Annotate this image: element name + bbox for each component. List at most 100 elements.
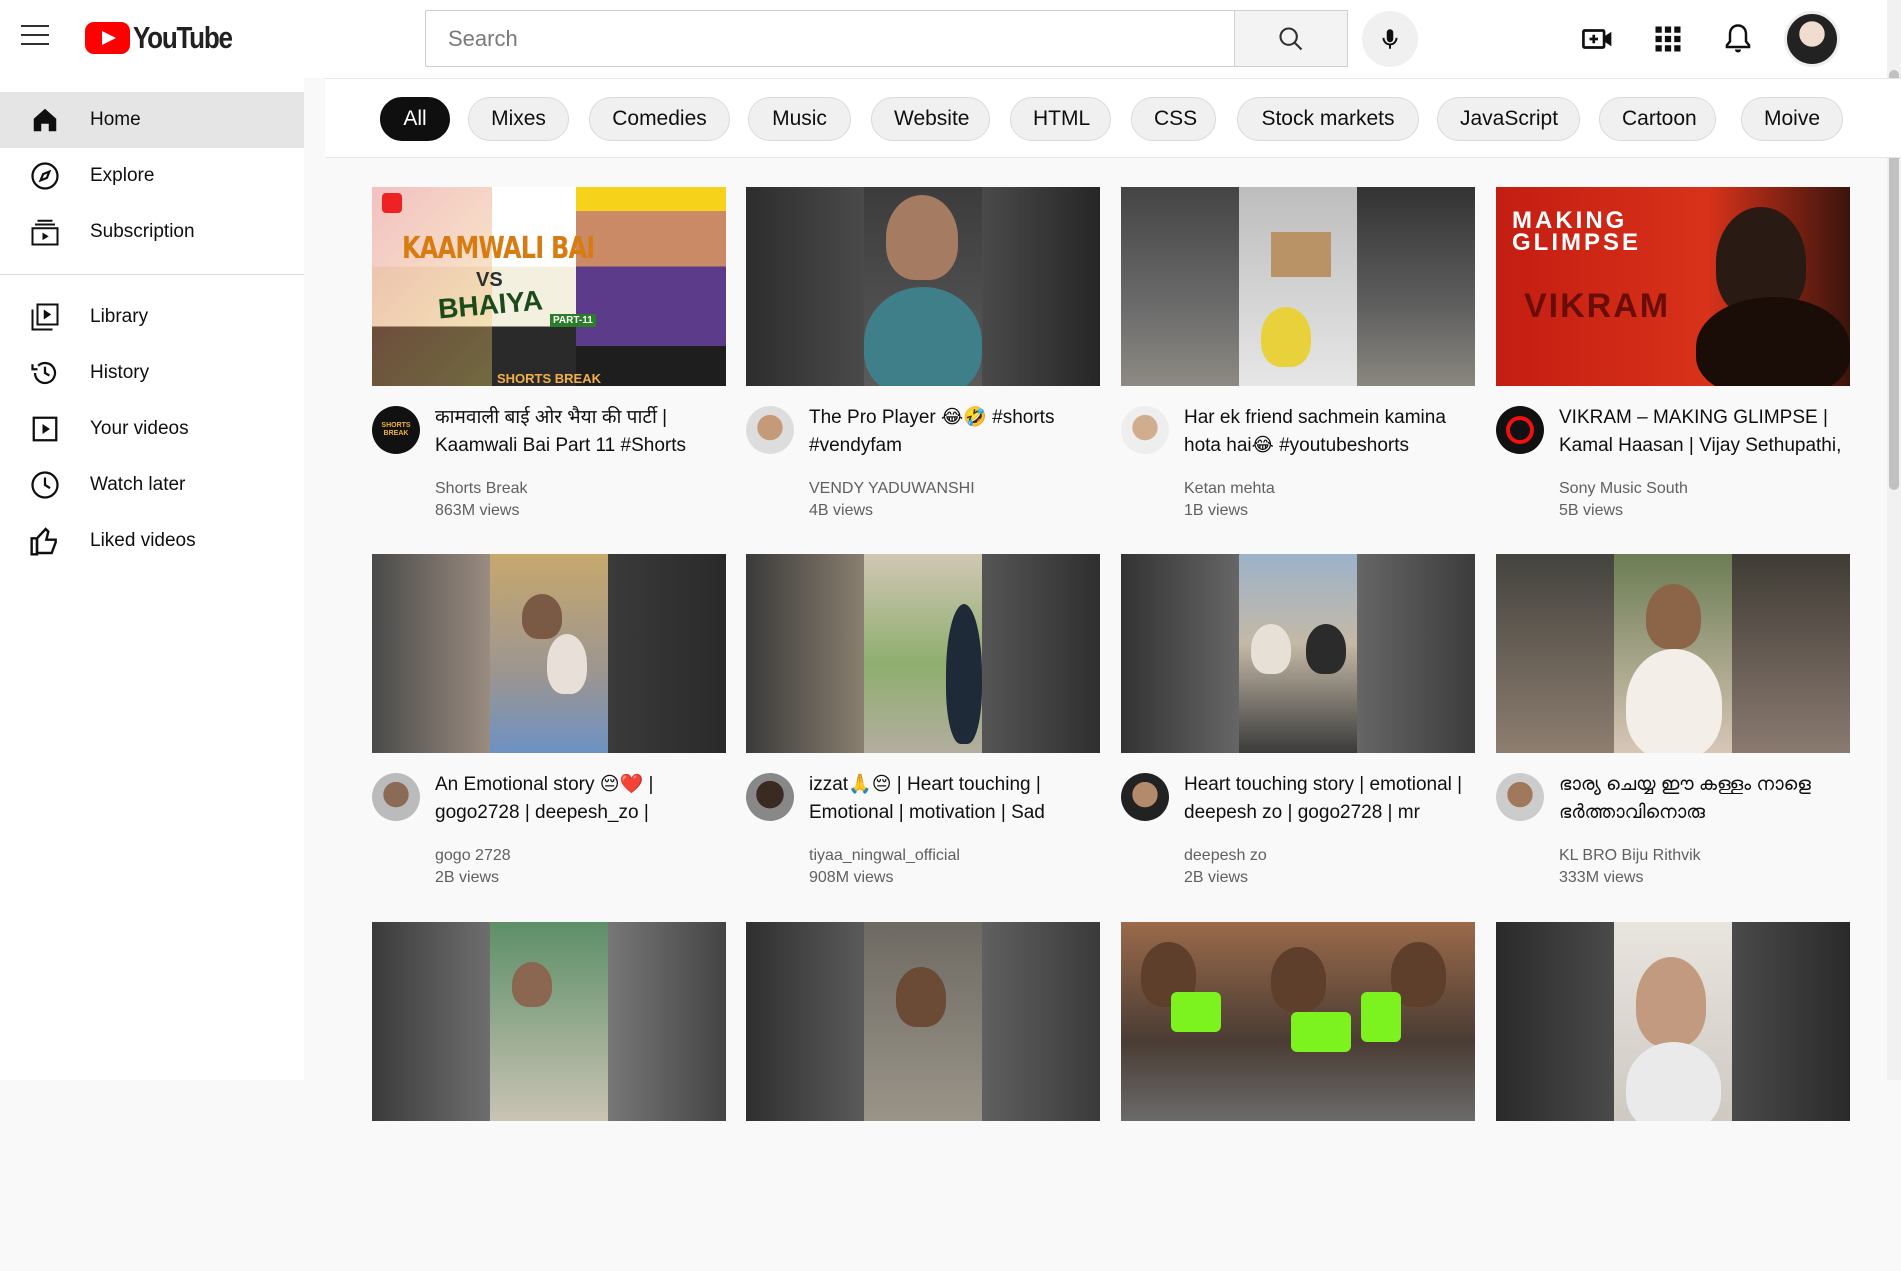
youtube-logo[interactable]: YouTube bbox=[85, 20, 251, 56]
video-thumbnail[interactable] bbox=[372, 554, 726, 753]
sidebar-label: Home bbox=[90, 109, 141, 130]
sidebar-label: History bbox=[90, 362, 150, 383]
chip-comedies[interactable]: Comedies bbox=[589, 97, 730, 141]
channel-name[interactable]: tiyaa_ningwal_official bbox=[809, 847, 960, 865]
notifications-button[interactable] bbox=[1716, 17, 1760, 61]
channel-name[interactable]: VENDY YADUWANSHI bbox=[809, 480, 975, 498]
sidebar-item-liked-videos[interactable]: Liked videos bbox=[0, 513, 304, 569]
channel-avatar[interactable] bbox=[746, 406, 794, 454]
video-title[interactable]: Heart touching story | emotional | deepe… bbox=[1184, 771, 1476, 827]
sidebar-item-your-videos[interactable]: Your videos bbox=[0, 401, 304, 457]
video-title[interactable]: izzat🙏😔 | Heart touching | Emotional | m… bbox=[809, 771, 1101, 827]
video-thumbnail[interactable] bbox=[1121, 187, 1475, 386]
chip-html[interactable]: HTML bbox=[1010, 97, 1111, 141]
thumbnail-movie-text: VIKRAM bbox=[1524, 287, 1671, 325]
view-count: 4B views bbox=[809, 502, 874, 519]
video-title[interactable]: Har ek friend sachmein kamina hota hai😂 … bbox=[1184, 404, 1476, 460]
chip-moive[interactable]: Moive bbox=[1741, 97, 1843, 141]
channel-avatar-text: SHORTS BREAK bbox=[381, 422, 411, 437]
video-title[interactable]: VIKRAM – MAKING GLIMPSE | Kamal Haasan |… bbox=[1559, 404, 1851, 460]
channel-avatar[interactable] bbox=[372, 773, 420, 821]
video-title[interactable]: The Pro Player 😂🤣 #shorts #vendyfam bbox=[809, 404, 1101, 460]
page-scrollbar[interactable] bbox=[1887, 0, 1901, 1080]
video-card[interactable]: An Emotional story 😔❤️ | gogo2728 | deep… bbox=[372, 554, 726, 903]
sidebar-label: Watch later bbox=[90, 474, 186, 495]
video-thumbnail[interactable]: KAAMWALI BAI VS BHAIYA PART-11 SHORTS BR… bbox=[372, 187, 726, 386]
video-thumbnail[interactable] bbox=[746, 554, 1100, 753]
subscriptions-icon bbox=[29, 216, 61, 248]
sidebar-item-watch-later[interactable]: Watch later bbox=[0, 457, 304, 513]
video-title[interactable]: ഭാര്യ ചെയ്യ ഈ കള്ളം നാളെ ഭർത്താവിനൊരു bbox=[1559, 771, 1851, 827]
video-thumbnail[interactable] bbox=[372, 922, 726, 1121]
search-icon bbox=[1279, 26, 1303, 50]
channel-avatar[interactable] bbox=[1496, 773, 1544, 821]
history-icon bbox=[29, 357, 61, 389]
create-video-icon bbox=[1582, 29, 1612, 49]
video-thumbnail[interactable]: MAKING GLIMPSE VIKRAM bbox=[1496, 187, 1850, 386]
chip-javascript[interactable]: JavaScript bbox=[1437, 97, 1580, 141]
sidebar-item-subscription[interactable]: Subscription bbox=[0, 204, 304, 260]
compass-icon bbox=[29, 160, 61, 192]
video-card[interactable] bbox=[372, 922, 726, 1271]
apps-button[interactable] bbox=[1646, 17, 1690, 61]
channel-name[interactable]: KL BRO Biju Rithvik bbox=[1559, 847, 1701, 865]
video-thumbnail[interactable] bbox=[746, 187, 1100, 386]
video-thumbnail[interactable] bbox=[1121, 554, 1475, 753]
channel-name[interactable]: Ketan mehta bbox=[1184, 480, 1275, 498]
view-count: 333M views bbox=[1559, 869, 1644, 886]
sidebar-label: Liked videos bbox=[90, 530, 196, 551]
sidebar-label: Explore bbox=[90, 165, 155, 186]
video-thumbnail[interactable] bbox=[1121, 922, 1475, 1121]
chip-css[interactable]: CSS bbox=[1131, 97, 1216, 141]
chip-stock-markets[interactable]: Stock markets bbox=[1237, 97, 1419, 141]
video-card[interactable]: Heart touching story | emotional | deepe… bbox=[1121, 554, 1475, 903]
thumbs-up-icon bbox=[29, 525, 61, 557]
channel-name[interactable]: Sony Music South bbox=[1559, 480, 1688, 498]
video-thumbnail[interactable] bbox=[1496, 922, 1850, 1121]
view-count: 863M views bbox=[435, 502, 520, 519]
video-card[interactable] bbox=[1496, 922, 1850, 1271]
thumbnail-part-text: PART-11 bbox=[550, 314, 596, 327]
video-card[interactable] bbox=[1121, 922, 1475, 1271]
menu-icon[interactable] bbox=[21, 25, 51, 47]
channel-name[interactable]: gogo 2728 bbox=[435, 847, 511, 865]
video-title[interactable]: कामवाली बाई ओर भैया की पार्टी | Kaamwali… bbox=[435, 404, 727, 460]
home-icon bbox=[29, 104, 61, 136]
sidebar-item-library[interactable]: Library bbox=[0, 289, 304, 345]
channel-avatar[interactable]: SHORTS BREAK bbox=[372, 406, 420, 454]
channel-avatar[interactable] bbox=[746, 773, 794, 821]
video-card[interactable]: Har ek friend sachmein kamina hota hai😂 … bbox=[1121, 187, 1475, 536]
video-card[interactable]: The Pro Player 😂🤣 #shorts #vendyfam VEND… bbox=[746, 187, 1100, 536]
search-button[interactable] bbox=[1234, 10, 1348, 67]
voice-search-button[interactable] bbox=[1362, 11, 1418, 67]
apps-grid-icon bbox=[1655, 26, 1681, 52]
account-avatar[interactable] bbox=[1784, 11, 1840, 67]
video-card[interactable]: MAKING GLIMPSE VIKRAM VIKRAM – MAKING GL… bbox=[1496, 187, 1850, 536]
video-thumbnail[interactable] bbox=[1496, 554, 1850, 753]
create-video-button[interactable] bbox=[1576, 17, 1620, 61]
chip-mixes[interactable]: Mixes bbox=[468, 97, 569, 141]
thumbnail-subtitle-text: GLIMPSE bbox=[1512, 229, 1642, 256]
video-thumbnail[interactable] bbox=[746, 922, 1100, 1121]
chip-music[interactable]: Music bbox=[748, 97, 851, 141]
chip-website[interactable]: Website bbox=[871, 97, 990, 141]
sidebar-divider bbox=[0, 274, 304, 275]
channel-avatar[interactable] bbox=[1121, 406, 1169, 454]
sidebar-item-explore[interactable]: Explore bbox=[0, 148, 304, 204]
video-card[interactable]: izzat🙏😔 | Heart touching | Emotional | m… bbox=[746, 554, 1100, 903]
channel-avatar[interactable] bbox=[1496, 406, 1544, 454]
search-input[interactable] bbox=[425, 10, 1235, 67]
channel-avatar[interactable] bbox=[1121, 773, 1169, 821]
sidebar-item-history[interactable]: History bbox=[0, 345, 304, 401]
channel-name[interactable]: deepesh zo bbox=[1184, 847, 1267, 865]
chip-cartoon[interactable]: Cartoon bbox=[1599, 97, 1716, 141]
chip-all[interactable]: All bbox=[380, 97, 450, 141]
video-card[interactable]: KAAMWALI BAI VS BHAIYA PART-11 SHORTS BR… bbox=[372, 187, 726, 536]
sidebar-label: Subscription bbox=[90, 221, 195, 242]
video-card[interactable] bbox=[746, 922, 1100, 1271]
video-title[interactable]: An Emotional story 😔❤️ | gogo2728 | deep… bbox=[435, 771, 727, 827]
channel-name[interactable]: Shorts Break bbox=[435, 480, 527, 498]
sidebar-label: Your videos bbox=[90, 418, 189, 439]
sidebar-item-home[interactable]: Home bbox=[0, 92, 304, 148]
video-card[interactable]: ഭാര്യ ചെയ്യ ഈ കള്ളം നാളെ ഭർത്താവിനൊരു KL… bbox=[1496, 554, 1850, 903]
